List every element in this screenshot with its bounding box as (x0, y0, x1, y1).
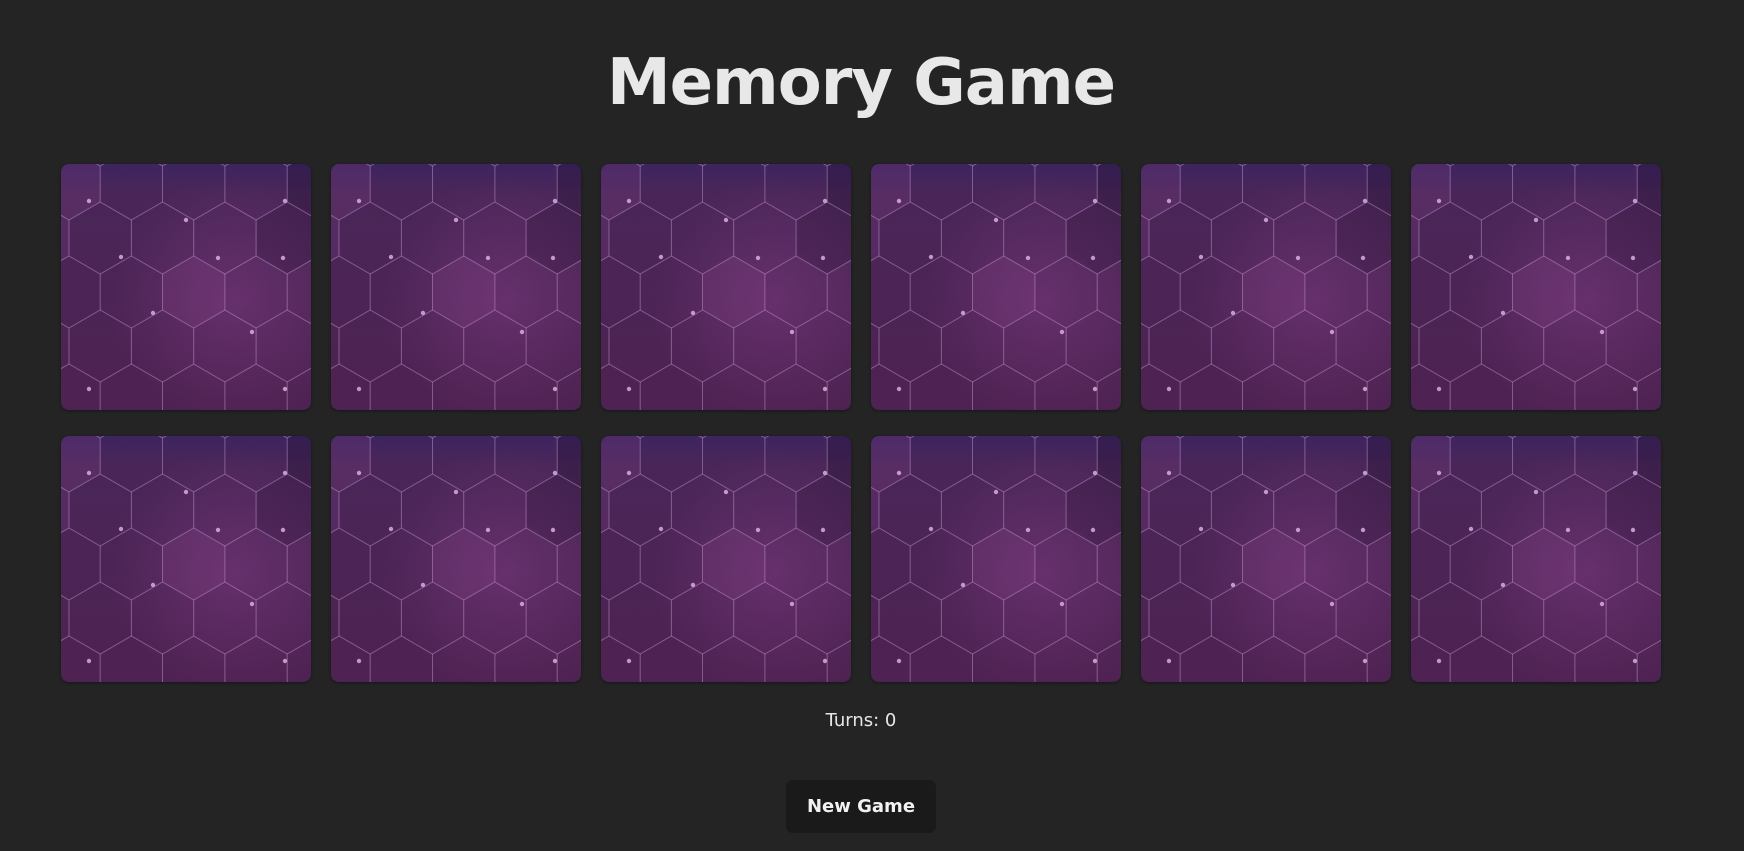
card-back-pattern (601, 436, 851, 682)
card-back-pattern (601, 164, 851, 410)
card-back-pattern (331, 164, 581, 410)
new-game-button[interactable]: New Game (786, 780, 936, 833)
card-back-pattern (331, 436, 581, 682)
card-back[interactable] (871, 164, 1121, 410)
page-title: Memory Game (606, 46, 1116, 120)
card-back[interactable] (61, 436, 311, 682)
card-back[interactable] (61, 164, 311, 410)
turns-counter: Turns: 0 (825, 710, 897, 731)
card-back[interactable] (331, 436, 581, 682)
card-back[interactable] (601, 436, 851, 682)
memory-game-page: Memory Game Turns: 0 New Game (0, 0, 1744, 851)
card-back[interactable] (601, 164, 851, 410)
card-back[interactable] (1141, 164, 1391, 410)
card-back[interactable] (871, 436, 1121, 682)
card-grid (61, 164, 1661, 682)
card-back[interactable] (331, 164, 581, 410)
card-back-pattern (1141, 436, 1391, 682)
card-back-pattern (1411, 436, 1661, 682)
card-back-pattern (1411, 164, 1661, 410)
card-back-pattern (1141, 164, 1391, 410)
card-back[interactable] (1411, 164, 1661, 410)
card-back[interactable] (1411, 436, 1661, 682)
card-back-pattern (61, 164, 311, 410)
card-back-pattern (61, 436, 311, 682)
card-back-pattern (871, 436, 1121, 682)
card-back-pattern (871, 164, 1121, 410)
card-back[interactable] (1141, 436, 1391, 682)
